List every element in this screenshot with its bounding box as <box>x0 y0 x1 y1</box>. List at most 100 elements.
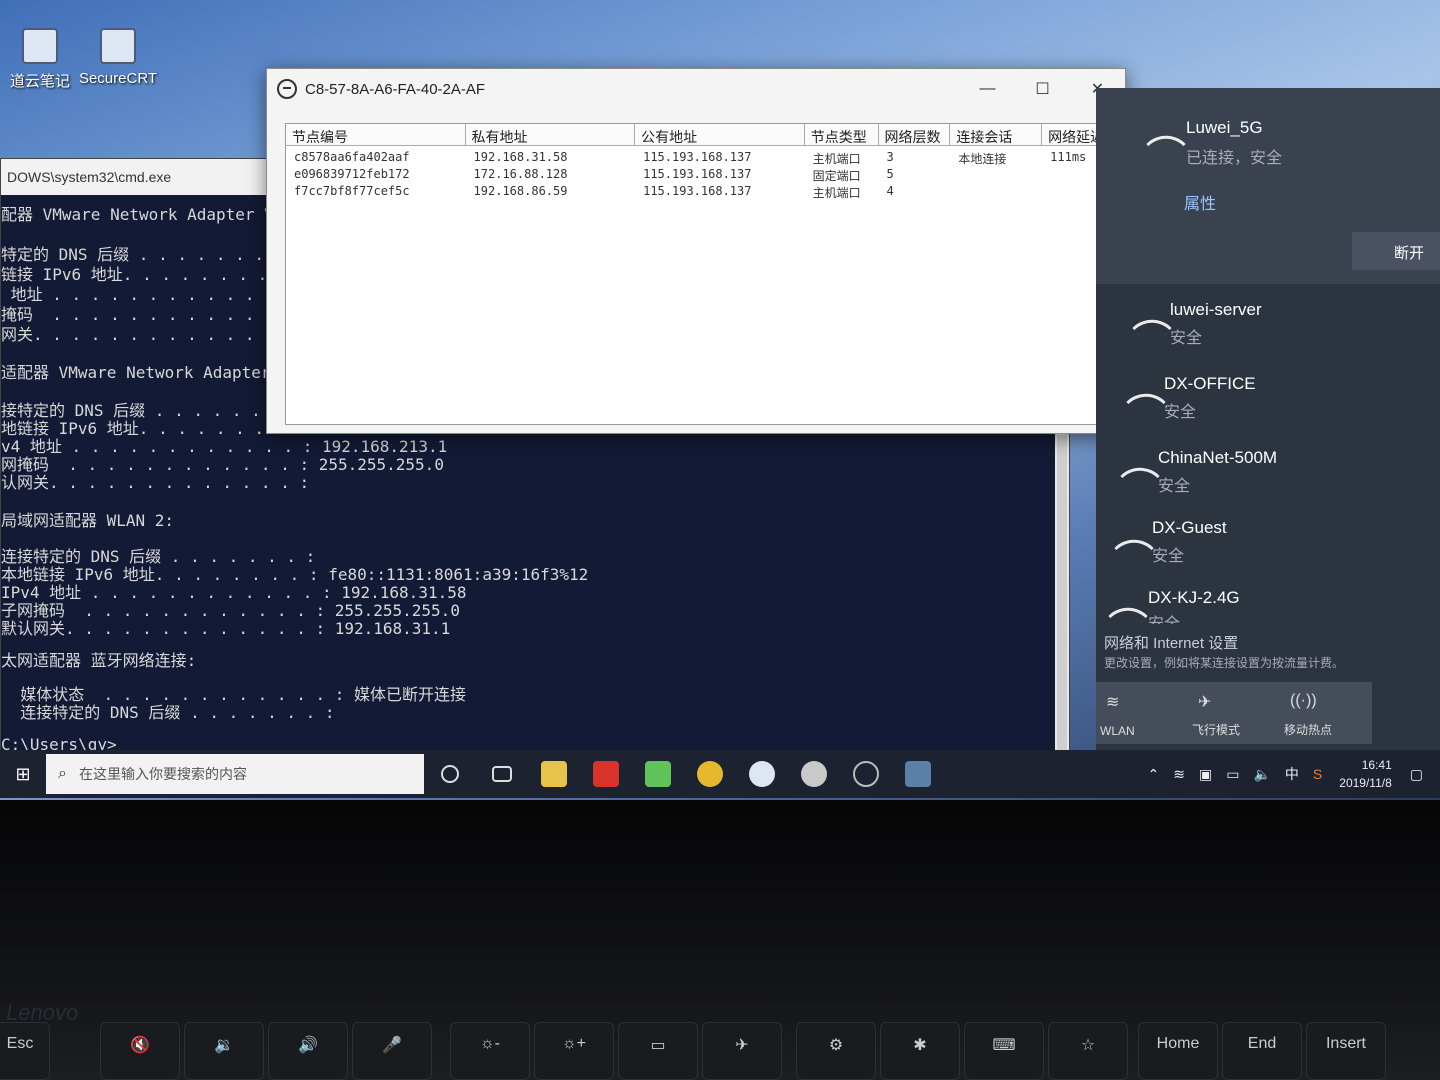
scroll-thumb[interactable] <box>1057 435 1067 755</box>
wifi-icon <box>1126 382 1166 422</box>
network-settings-link[interactable]: 网络和 Internet 设置 <box>1104 632 1238 653</box>
key-settings: ⚙ <box>796 1022 876 1080</box>
desktop-icon-securecrt[interactable]: SecureCRT <box>78 28 158 87</box>
taskbar-app[interactable] <box>788 750 840 798</box>
screen-app-icon <box>905 761 931 787</box>
app-logo-icon <box>277 79 297 99</box>
cmd-line: 网关. . . . . . . . . . . . . <box>1 325 274 344</box>
search-placeholder: 在这里输入你要搜索的内容 <box>78 766 247 782</box>
screen: 道云笔记 SecureCRT DOWS\system32\cmd.exe 配器 … <box>0 0 1440 800</box>
wifi-icon <box>1114 528 1154 568</box>
red-app-icon <box>593 761 619 787</box>
properties-link[interactable]: 属性 <box>1184 190 1216 214</box>
cell-public-address: 115.193.168.137 <box>643 184 752 198</box>
key-insert: Insert <box>1306 1022 1386 1080</box>
notification-icon[interactable]: ▢ <box>1410 766 1423 783</box>
task-view-icon <box>492 766 512 782</box>
quick-action-airplane[interactable]: ✈ 飞行模式 <box>1188 682 1280 744</box>
column-header-private-address[interactable]: 私有地址 <box>466 124 636 145</box>
cell-layers: 3 <box>886 150 894 164</box>
start-button[interactable]: ⊞ <box>0 750 46 798</box>
key-esc: Esc <box>0 1022 50 1080</box>
disconnect-button[interactable]: 断开 <box>1352 232 1440 270</box>
wifi-network-entry[interactable]: DX-OFFICE 安全 <box>1096 368 1440 438</box>
wifi-tray-icon[interactable]: ≋ <box>1173 766 1185 783</box>
taskbar-search-box[interactable]: ⌕ 在这里输入你要搜索的内容 <box>46 754 424 794</box>
disc-app-icon <box>801 761 827 787</box>
search-icon: ⌕ <box>58 765 67 782</box>
cell-layers: 5 <box>886 167 894 181</box>
windows-logo-icon: ⊞ <box>15 763 31 784</box>
maximize-button[interactable]: ☐ <box>1015 69 1070 109</box>
taskbar-app[interactable] <box>840 750 892 798</box>
cell-private-address: 172.16.88.128 <box>473 167 568 181</box>
minimize-button[interactable]: — <box>960 69 1015 109</box>
battery-icon[interactable]: ▭ <box>1226 766 1239 783</box>
quick-action-wlan[interactable]: ≋ WLAN <box>1096 682 1188 744</box>
taskbar-app[interactable] <box>632 750 684 798</box>
column-header-node-id[interactable]: 节点编号 <box>286 124 466 145</box>
node-table[interactable]: 节点编号 私有地址 公有地址 节点类型 网络层数 连接会话 网络延迟 c8578… <box>285 123 1111 425</box>
clock[interactable]: 16:41 2019/11/8 <box>1339 756 1392 792</box>
wifi-network-status: 安全 <box>1152 548 1185 565</box>
circle-icon <box>441 765 459 783</box>
column-header-public-address[interactable]: 公有地址 <box>635 124 805 145</box>
cmd-line: 连接特定的 DNS 后缀 . . . . . . . : <box>1 703 335 722</box>
taskbar-app[interactable] <box>580 750 632 798</box>
key-display: ▭ <box>618 1022 698 1080</box>
taskbar-app[interactable] <box>684 750 736 798</box>
task-view-button[interactable] <box>476 750 528 798</box>
key-volume-down: 🔉 <box>184 1022 264 1080</box>
ime-indicator[interactable]: 中 <box>1285 764 1299 784</box>
taskbar-app[interactable] <box>892 750 944 798</box>
taskbar-app[interactable] <box>736 750 788 798</box>
taskbar-app[interactable] <box>528 750 580 798</box>
table-row[interactable]: e096839712feb172 172.16.88.128 115.193.1… <box>286 166 1110 183</box>
column-header-layers[interactable]: 网络层数 <box>879 124 951 145</box>
wifi-network-status: 安全 <box>1170 330 1203 347</box>
table-row[interactable]: f7cc7bf8f77cef5c 192.168.86.59 115.193.1… <box>286 183 1110 200</box>
cortana-button[interactable] <box>424 750 476 798</box>
network-settings-description: 更改设置，例如将某连接设置为按流量计费。 <box>1104 656 1345 670</box>
wifi-connected-entry[interactable]: Luwei_5G 已连接，安全 属性 断开 <box>1096 88 1440 284</box>
key-home: Home <box>1138 1022 1218 1080</box>
display-icon[interactable]: ▣ <box>1199 766 1212 783</box>
sogou-ime-icon[interactable]: S <box>1313 766 1322 782</box>
cell-public-address: 115.193.168.137 <box>643 167 752 181</box>
table-row[interactable]: c8578aa6fa402aaf 192.168.31.58 115.193.1… <box>286 149 1110 166</box>
cell-session: 本地连接 <box>958 152 1007 166</box>
cell-node-type: 主机端口 <box>812 186 861 200</box>
column-header-session[interactable]: 连接会话 <box>950 124 1043 145</box>
network-app-icon <box>853 761 879 787</box>
node-dialog[interactable]: C8-57-8A-A6-FA-40-2A-AF — ☐ ✕ 节点编号 私有地址 … <box>266 68 1126 434</box>
cell-session <box>950 166 1042 183</box>
cmd-line: 局域网适配器 WLAN 2: <box>1 511 175 530</box>
cloud-app-icon <box>749 761 775 787</box>
cmd-line: 配器 VMware Network Adapter V <box>1 205 274 224</box>
cell-private-address: 192.168.31.58 <box>473 150 568 164</box>
cell-node-type: 固定端口 <box>812 169 861 183</box>
key-keyboard: ⌨ <box>964 1022 1044 1080</box>
wifi-network-entry[interactable]: DX-KJ-2.4G 安全 <box>1096 584 1440 624</box>
terminal-app-icon <box>100 28 136 64</box>
quick-action-hotspot[interactable]: ((·)) 移动热点 <box>1280 682 1372 744</box>
volume-mute-icon[interactable]: 🔈 <box>1253 766 1270 783</box>
wifi-network-name: luwei-server <box>1170 300 1262 319</box>
cmd-line: 太网适配器 蓝牙网络连接: <box>1 651 197 670</box>
wifi-network-entry[interactable]: ChinaNet-500M 安全 <box>1096 442 1440 512</box>
key-brightness-down: ☼- <box>450 1022 530 1080</box>
cell-node-id: e096839712feb172 <box>294 167 410 181</box>
chrome-icon <box>697 761 723 787</box>
wifi-icon <box>1120 456 1160 496</box>
wifi-network-status: 安全 <box>1164 404 1197 421</box>
key-end: End <box>1222 1022 1302 1080</box>
column-header-node-type[interactable]: 节点类型 <box>805 124 879 145</box>
clock-date: 2019/11/8 <box>1339 776 1392 790</box>
wifi-network-entry[interactable]: luwei-server 安全 <box>1096 294 1440 364</box>
cmd-line: 默认网关. . . . . . . . . . . . . : 192.168.… <box>1 619 451 638</box>
key-volume-up: 🔊 <box>268 1022 348 1080</box>
cell-node-type: 主机端口 <box>812 152 861 166</box>
chevron-up-icon[interactable]: ⌃ <box>1148 766 1160 783</box>
desktop-icon-note[interactable]: 道云笔记 <box>0 28 80 91</box>
wifi-network-entry[interactable]: DX-Guest 安全 <box>1096 514 1440 584</box>
